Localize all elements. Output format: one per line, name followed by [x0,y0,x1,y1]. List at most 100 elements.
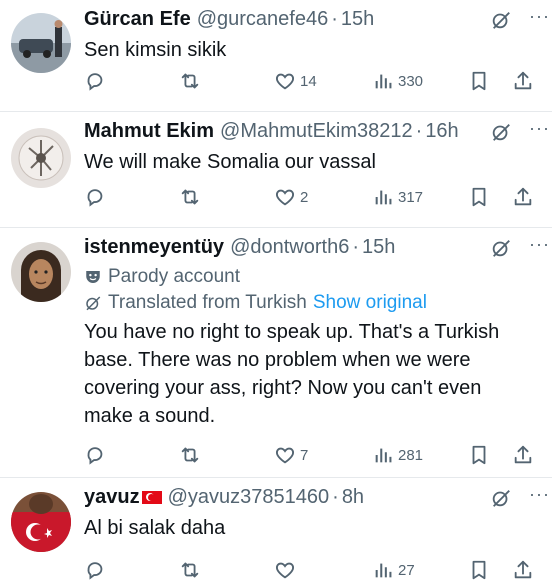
more-icon[interactable]: ··· [529,6,550,27]
bookmark-icon [472,560,486,580]
separator: · [331,8,338,30]
tweet-yavuz[interactable]: yavuz @yavuz37851460 · 8h Al bi salak da… [0,478,552,588]
display-name[interactable]: yavuz [84,486,140,509]
separator: · [352,236,359,258]
more-icon[interactable]: ··· [529,484,550,505]
view-count: 27 [398,561,415,579]
action-bar: 7 281 [84,444,536,472]
share-button[interactable] [512,559,534,581]
like-icon [276,73,294,90]
retweet-icon [181,562,199,578]
display-name[interactable]: Gürcan Efe [84,8,191,31]
bookmark-button[interactable] [468,559,490,581]
share-button[interactable] [512,70,534,92]
like-count: 7 [300,446,309,464]
user-handle[interactable]: @gurcanefe46 [197,8,329,31]
share-icon [514,445,532,464]
bookmark-button[interactable] [468,70,490,92]
views-button[interactable]: 330 [372,70,423,92]
avatar[interactable] [11,242,71,302]
user-handle[interactable]: @yavuz37851460 [168,486,330,509]
reply-icon [87,562,103,580]
more-icon[interactable]: ··· [529,118,550,139]
views-icon [375,563,392,578]
action-bar: 27 [84,559,536,587]
views-button[interactable]: 281 [372,444,423,466]
reply-icon [87,189,103,207]
tweet-gurcan-efe[interactable]: Gürcan Efe @gurcanefe46 · 15h Sen kimsin… [0,0,552,112]
retweet-icon [181,447,199,463]
view-count: 281 [398,446,424,464]
reply-button[interactable] [84,559,110,581]
timestamp[interactable]: 15h [341,8,374,31]
more-icon[interactable]: ··· [529,234,550,255]
retweet-icon [181,73,199,89]
tweet-text: You have no right to speak up. That's a … [84,318,536,430]
retweet-button[interactable] [179,444,205,466]
tweet-text-line: covering your ass, right? Now you can't … [84,377,482,399]
parody-mask-icon [86,271,100,283]
separator: · [332,486,339,508]
reply-button[interactable] [84,444,110,466]
tweet-content: istenmeyentüy @dontworth6 · 15h Parody a… [84,236,536,465]
separator: · [415,120,423,142]
like-count: 14 [300,72,317,90]
timestamp[interactable]: 16h [425,120,458,143]
like-button[interactable]: 14 [274,70,317,92]
reply-button[interactable] [84,186,110,208]
timestamp[interactable]: 15h [362,236,395,259]
like-button[interactable] [274,559,300,581]
user-handle[interactable]: @MahmutEkim38212 [220,120,413,143]
share-button[interactable] [512,444,534,466]
grok-icon[interactable] [490,487,512,509]
user-handle[interactable]: @dontworth6 [230,236,349,259]
avatar[interactable] [11,13,71,73]
tweet-header: Gürcan Efe @gurcanefe46 · 15h [84,8,536,36]
retweet-icon [181,189,199,205]
tweet-text-line: make a sound. [84,405,216,427]
retweet-button[interactable] [179,186,205,208]
tweet-content: Gürcan Efe @gurcanefe46 · 15h Sen kimsin… [84,8,536,91]
like-button[interactable]: 2 [274,186,308,208]
retweet-button[interactable] [179,70,205,92]
view-count: 317 [398,188,424,206]
show-original-link[interactable]: Show original [313,290,427,316]
tweet-text: We will make Somalia our vassal [84,151,376,173]
bookmark-button[interactable] [468,444,490,466]
views-button[interactable]: 27 [372,559,415,581]
views-icon [375,190,392,205]
grok-icon[interactable] [490,121,512,143]
share-icon [514,71,532,90]
like-count: 2 [300,188,309,206]
views-button[interactable]: 317 [372,186,423,208]
share-button[interactable] [512,186,534,208]
display-name[interactable]: Mahmut Ekim [84,120,214,143]
parody-label: Parody account [84,264,536,290]
bookmark-icon [472,445,486,465]
display-name[interactable]: istenmeyentüy [84,236,224,259]
action-bar: 2 317 [84,186,536,214]
avatar[interactable] [11,492,71,552]
bookmark-icon [472,71,486,91]
timestamp[interactable]: 8h [342,486,364,509]
bookmark-button[interactable] [468,186,490,208]
retweet-button[interactable] [179,559,205,581]
translate-icon [86,296,101,311]
reply-button[interactable] [84,70,110,92]
tweet-text: Al bi salak daha [84,517,226,539]
tweet-mahmut-ekim[interactable]: Mahmut Ekim @MahmutEkim38212 · 16h We wi… [0,112,552,228]
parody-text: Parody account [108,266,241,287]
tweet-istenmeyentuy[interactable]: istenmeyentüy @dontworth6 · 15h Parody a… [0,228,552,478]
like-button[interactable]: 7 [274,444,308,466]
grok-icon[interactable] [490,237,512,259]
views-icon [375,74,392,89]
action-bar: 14 330 [84,70,536,98]
turkey-flag-icon [141,491,162,504]
tweet-text: Sen kimsin sikik [84,39,227,61]
reply-icon [87,447,103,465]
like-icon [276,189,294,206]
avatar[interactable] [11,128,71,188]
grok-icon[interactable] [490,9,512,31]
tweet-text-line: You have no right to speak up. That's a … [84,321,500,343]
share-icon [514,560,532,579]
